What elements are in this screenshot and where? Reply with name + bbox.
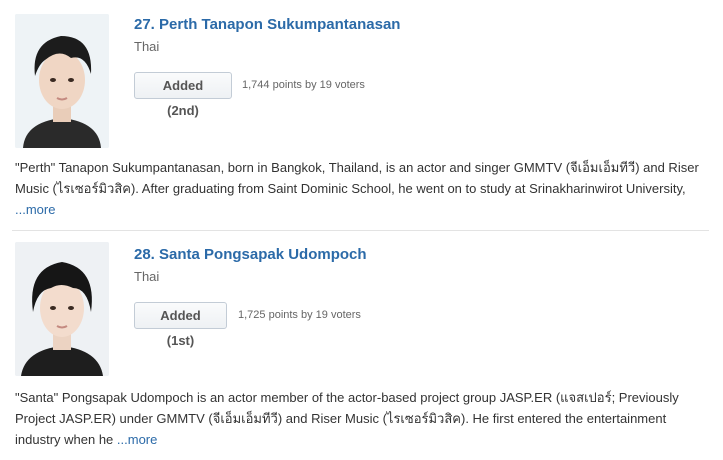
person-photo[interactable] — [15, 14, 109, 148]
nationality-label: Thai — [134, 39, 160, 54]
points-count: 1,744 points by 19 voters — [242, 79, 365, 91]
more-link[interactable]: ...more — [117, 432, 157, 447]
added-button[interactable]: Added (1st) — [134, 302, 227, 348]
person-photo[interactable] — [15, 242, 109, 376]
person-description: "Perth" Tanapon Sukumpantanasan, born in… — [15, 157, 710, 220]
nationality-label: Thai — [134, 269, 160, 284]
description-text: "Perth" Tanapon Sukumpantanasan, born in… — [15, 160, 699, 196]
list-item: 27. Perth Tanapon Sukumpantanasan Thai A… — [0, 0, 723, 230]
added-button[interactable]: Added (2nd) — [134, 72, 232, 118]
description-text: "Santa" Pongsapak Udompoch is an actor m… — [15, 390, 679, 447]
person-name-link[interactable]: 28. Santa Pongsapak Udompoch — [134, 246, 367, 263]
more-link[interactable]: ...more — [15, 202, 55, 217]
portrait-image — [15, 242, 109, 376]
person-name-link[interactable]: 27. Perth Tanapon Sukumpantanasan — [134, 16, 400, 33]
portrait-image — [15, 14, 109, 148]
person-description: "Santa" Pongsapak Udompoch is an actor m… — [15, 387, 710, 450]
points-count: 1,725 points by 19 voters — [238, 309, 361, 321]
list-item: 28. Santa Pongsapak Udompoch Thai Added … — [0, 230, 723, 460]
